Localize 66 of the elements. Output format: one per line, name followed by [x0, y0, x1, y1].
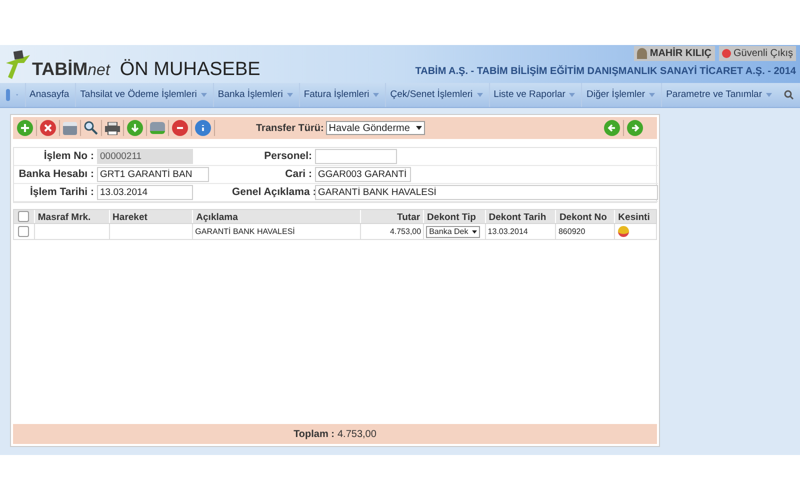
- table-cell: 13.03.2014: [484, 224, 556, 239]
- total-value: 4.753,00: [338, 428, 376, 442]
- menu-item[interactable]: Banka İşlemleri: [212, 83, 297, 107]
- user-avatar-icon: [636, 48, 647, 59]
- text-field[interactable]: 13.03.2014: [97, 185, 193, 200]
- text-field[interactable]: GARANTİ BANK HAVALESİ: [315, 185, 658, 200]
- table-cell: 860920: [555, 224, 614, 239]
- column-header: Masraf Mrk.: [34, 210, 109, 223]
- caret-icon: [416, 126, 422, 130]
- add-icon[interactable]: [17, 120, 33, 136]
- column-header: Dekont Tip: [423, 210, 485, 223]
- delete-icon[interactable]: [40, 120, 56, 136]
- text-field[interactable]: GGAR003 GARANTİ: [315, 167, 411, 182]
- caret-icon: [373, 93, 380, 97]
- table-cell: 4.753,00: [360, 224, 424, 239]
- field-label: Cari :: [284, 166, 312, 182]
- cancel-icon[interactable]: [172, 120, 188, 136]
- save-icon[interactable]: [63, 122, 77, 134]
- user-badge[interactable]: MAHİR KILIÇ: [634, 46, 715, 61]
- company-name: TABİM A.Ş. - TABİM BİLİŞİM EĞİTİM DANIŞMANLIK SANAYİ TİCARET A.Ş. - 2014: [415, 64, 796, 79]
- caret-icon: [286, 93, 293, 97]
- power-icon: [722, 49, 731, 58]
- back-icon[interactable]: [604, 120, 620, 136]
- total-label: Toplam :: [294, 428, 334, 442]
- column-header: Tutar: [360, 210, 424, 223]
- column-header: Açıklama: [192, 210, 360, 223]
- print-icon[interactable]: [105, 122, 120, 134]
- table-cell: GARANTİ BANK HAVALESİ: [192, 224, 360, 239]
- menu-item[interactable]: Fatura İşlemleri: [298, 83, 384, 107]
- logout-button[interactable]: Güvenli Çıkış: [718, 46, 796, 61]
- field-label: İşlem No :: [42, 148, 94, 164]
- search-icon[interactable]: [784, 90, 794, 100]
- column-header: Dekont Tarih: [484, 210, 556, 223]
- column-header: Dekont No: [555, 210, 614, 223]
- menu-item[interactable]: Diğer İşlemler: [581, 83, 660, 107]
- text-field[interactable]: GRT1 GARANTİ BAN: [97, 167, 209, 182]
- app-title: ÖN MUHASEBE: [120, 60, 260, 79]
- column-header: Kesinti: [614, 210, 656, 223]
- checkbox[interactable]: [18, 226, 30, 237]
- caret-icon: [472, 230, 478, 234]
- field-label: İşlem Tarihi :: [29, 184, 94, 200]
- field-label: Banka Hesabı :: [18, 166, 94, 182]
- brand-logo: TABİMnet: [32, 60, 110, 79]
- caret-icon: [766, 93, 772, 97]
- dekont-type-select[interactable]: Banka Dek: [426, 226, 480, 238]
- caret-icon: [200, 93, 207, 97]
- menu-item[interactable]: Parametre ve Tanımlar: [661, 83, 776, 107]
- search-icon[interactable]: [84, 121, 98, 135]
- menu-item[interactable]: Liste ve Raporlar: [488, 83, 580, 107]
- transfer-type-label: Transfer Türü:: [256, 122, 324, 136]
- transfer-type-select[interactable]: Havale Gönderme: [326, 121, 425, 135]
- menu-item[interactable]: Anasayfa: [24, 83, 74, 107]
- menu-item[interactable]: Çek/Senet İşlemleri: [385, 83, 487, 107]
- caret-icon: [649, 93, 656, 97]
- column-header: Hareket: [108, 210, 192, 223]
- field-label: Personel:: [263, 148, 312, 164]
- caret-icon: [569, 93, 576, 97]
- download-icon[interactable]: [127, 120, 143, 136]
- caret-icon: [476, 93, 483, 97]
- checkbox[interactable]: [18, 211, 30, 222]
- text-field[interactable]: [315, 149, 397, 164]
- info-icon[interactable]: [195, 120, 211, 136]
- coins-icon[interactable]: [618, 226, 630, 237]
- logo-figure-icon: [4, 49, 32, 79]
- menu-item[interactable]: Tahsilat ve Ödeme İşlemleri: [75, 83, 211, 107]
- forward-icon[interactable]: [627, 120, 643, 136]
